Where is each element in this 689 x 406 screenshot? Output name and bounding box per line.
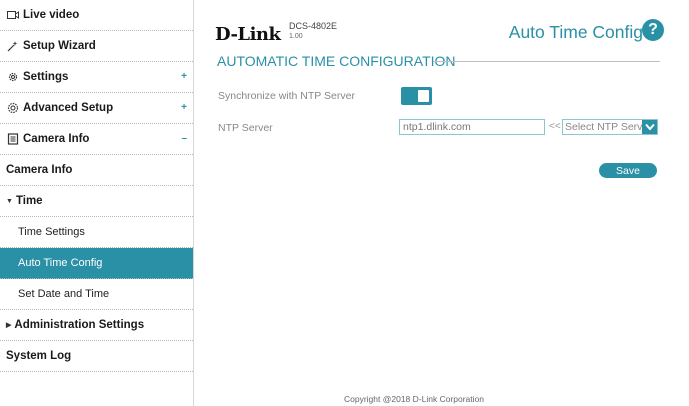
sidebar-item-label: Advanced Setup [23, 102, 114, 114]
sync-ntp-toggle[interactable] [401, 87, 432, 105]
collapse-icon[interactable]: – [181, 133, 187, 144]
sidebar-item-label: Camera Info [23, 133, 90, 145]
sidebar-item-auto-time-config[interactable]: Auto Time Config [0, 248, 193, 279]
sidebar-item-label: Settings [23, 71, 69, 83]
sidebar-item-label: Time [15, 195, 43, 207]
help-icon[interactable]: ? [642, 19, 664, 41]
sidebar-item-settings[interactable]: Settings + [0, 62, 193, 93]
firmware-version: 1.00 [289, 33, 303, 40]
save-button[interactable]: Save [599, 163, 657, 178]
sidebar-item-label: Setup Wizard [23, 40, 96, 52]
sidebar-item-label: Live video [23, 9, 80, 21]
sidebar-item-label: System Log [6, 350, 72, 362]
expand-icon[interactable]: + [181, 102, 187, 113]
expand-icon[interactable]: + [181, 71, 187, 82]
sidebar-item-administration-settings[interactable]: ▶ Administration Settings [0, 310, 193, 341]
sidebar-item-label: Camera Info [6, 164, 73, 176]
sidebar-item-set-date-and-time[interactable]: Set Date and Time [0, 279, 193, 310]
toggle-knob [418, 90, 429, 102]
page-title: Auto Time Config [508, 22, 643, 42]
document-icon [6, 133, 19, 146]
triangle-down-icon: ▼ [6, 197, 13, 205]
triangle-right-icon: ▶ [6, 322, 12, 329]
ntp-server-label: NTP Server [218, 122, 273, 134]
sidebar-item-system-log[interactable]: System Log [0, 341, 193, 372]
sidebar-item-camera-info-sub[interactable]: Camera Info [0, 155, 193, 186]
ntp-server-select[interactable]: Select NTP Server [562, 119, 658, 135]
sidebar-item-label: Set Date and Time [18, 288, 110, 300]
sidebar-item-time[interactable]: ▼ Time [0, 186, 193, 217]
brand-logo: D-Link [215, 24, 281, 45]
sidebar-item-time-settings[interactable]: Time Settings [0, 217, 193, 248]
sidebar-item-live-video[interactable]: Live video [0, 0, 193, 31]
section-title: AUTOMATIC TIME CONFIGURATION [217, 53, 456, 69]
sidebar-item-label: Time Settings [18, 226, 85, 238]
sidebar: Live video Setup Wizard Settings + Advan… [0, 0, 194, 406]
wizard-icon [6, 40, 19, 53]
advanced-gear-icon [6, 102, 19, 115]
sidebar-item-advanced-setup[interactable]: Advanced Setup + [0, 93, 193, 124]
chevron-down-icon[interactable] [642, 120, 657, 134]
sidebar-item-setup-wizard[interactable]: Setup Wizard [0, 31, 193, 62]
video-icon [6, 9, 19, 22]
select-value: Select NTP Server [565, 121, 652, 133]
ntp-server-input[interactable] [399, 119, 545, 135]
sidebar-item-label: Administration Settings [14, 319, 145, 331]
copy-arrows: << [549, 121, 561, 132]
sidebar-item-camera-info[interactable]: Camera Info – [0, 124, 193, 155]
copyright-text: Copyright @2018 D-Link Corporation [344, 394, 484, 404]
sync-ntp-label: Synchronize with NTP Server [218, 90, 355, 102]
model-name: DCS-4802E [289, 21, 338, 31]
section-divider [433, 61, 660, 62]
sidebar-item-label: Auto Time Config [18, 257, 103, 269]
gear-icon [6, 71, 19, 84]
